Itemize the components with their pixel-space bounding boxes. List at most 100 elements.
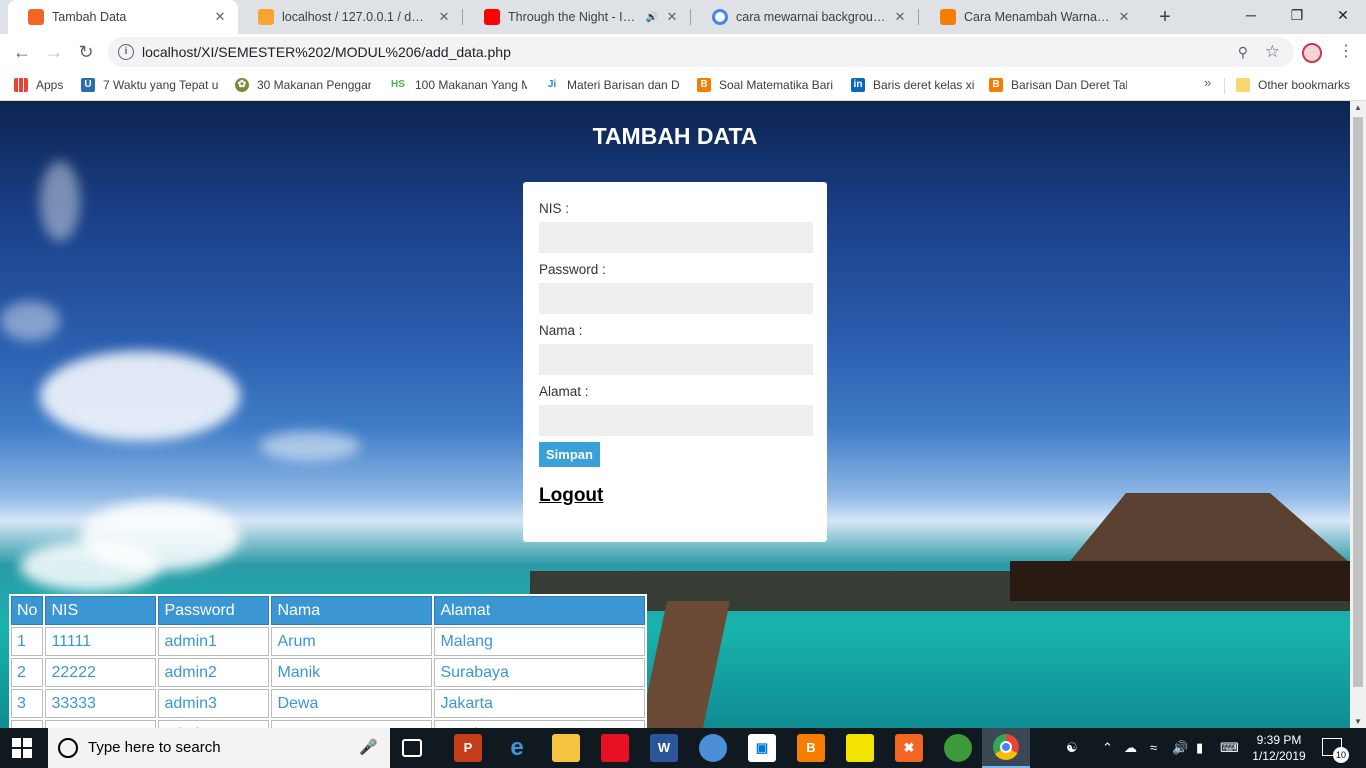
other-bookmarks-folder[interactable]: Other bookmarks — [1236, 76, 1358, 94]
media-app-icon[interactable] — [601, 734, 629, 762]
file-explorer-icon[interactable] — [552, 734, 580, 762]
table-cell: Manik — [271, 658, 433, 687]
scroll-up-arrow-icon[interactable]: ▲ — [1350, 103, 1366, 112]
close-tab-icon[interactable]: ✕ — [436, 9, 452, 25]
back-arrow-icon[interactable]: ← — [8, 38, 36, 66]
close-tab-icon[interactable]: ✕ — [892, 9, 908, 25]
nama-input[interactable] — [539, 344, 813, 375]
table-cell: 2 — [11, 658, 44, 687]
clock-time: 9:39 PM — [1256, 733, 1302, 747]
bookmark-favicon-icon: ✿ — [235, 78, 249, 92]
bookmark-item[interactable]: B Soal Matematika Bari — [697, 76, 833, 94]
onedrive-cloud-icon[interactable]: ☁ — [1124, 728, 1137, 768]
blogger-favicon-icon — [940, 9, 956, 25]
scroll-down-arrow-icon[interactable]: ▼ — [1350, 717, 1366, 726]
word-app-icon[interactable]: W — [650, 734, 678, 762]
column-header: NIS — [45, 596, 157, 625]
saved-password-key-icon[interactable]: ⚲ — [1238, 37, 1248, 67]
tab-phpmyadmin[interactable]: localhost / 127.0.0.1 / db_mokl ✕ — [238, 0, 462, 34]
windows-taskbar: Type here to search 🎤 P e W ▣ B ✖ ☯ ⌃ ☁ … — [0, 728, 1366, 768]
maximize-button[interactable]: ❐ — [1274, 0, 1320, 32]
microphone-icon[interactable]: 🎤 — [359, 728, 378, 768]
edge-browser-icon[interactable]: e — [503, 734, 531, 762]
tab-title: Through the Night - IU Lyr — [508, 10, 642, 24]
data-table: No NIS Password Nama Alamat 1 11111 admi… — [9, 594, 648, 728]
clock-date: 1/12/2019 — [1252, 749, 1306, 763]
table-cell: Malang — [434, 627, 646, 656]
close-tab-icon[interactable]: ✕ — [212, 9, 228, 25]
resort-hut — [1068, 493, 1350, 563]
bookmark-item[interactable]: HS 100 Makanan Yang M — [389, 76, 527, 94]
bookmark-apps[interactable]: Apps — [14, 76, 74, 94]
chrome-menu-icon[interactable]: ⋮ — [1336, 38, 1356, 66]
password-input[interactable] — [539, 283, 813, 314]
page-scrollbar[interactable]: ▲ ▼ — [1350, 101, 1366, 728]
sticky-notes-icon[interactable] — [846, 734, 874, 762]
tab-separator — [690, 9, 691, 25]
battery-icon[interactable]: ▮ — [1196, 728, 1203, 768]
store-app-icon[interactable]: ▣ — [748, 734, 776, 762]
nis-input[interactable] — [539, 222, 813, 253]
action-center-icon[interactable]: 10 — [1322, 738, 1349, 763]
more-bookmarks-chevron-icon[interactable]: » — [1204, 75, 1211, 90]
column-header: No — [11, 596, 44, 625]
close-tab-icon[interactable]: ✕ — [1116, 9, 1132, 25]
bookmark-item[interactable]: B Barisan Dan Deret Tal — [989, 76, 1127, 94]
blogger-app-icon[interactable]: B — [797, 734, 825, 762]
table-row: 1 11111 admin1 Arum Malang — [11, 627, 646, 656]
powerpoint-app-icon[interactable]: P — [454, 734, 482, 762]
address-bar[interactable]: i localhost/XI/SEMESTER%202/MODUL%206/ad… — [108, 37, 1294, 67]
tab-google-search[interactable]: cara mewarnai background tab ✕ — [692, 0, 918, 34]
logout-link[interactable]: Logout — [539, 485, 603, 507]
taskbar-clock[interactable]: 9:39 PM 1/12/2019 — [1248, 732, 1310, 764]
reload-icon[interactable]: ↻ — [72, 38, 100, 66]
bookmark-item[interactable]: ✿ 30 Makanan Penggan — [235, 76, 371, 94]
site-info-icon[interactable]: i — [118, 44, 134, 60]
windows-start-icon[interactable] — [12, 738, 32, 758]
tab-blogger[interactable]: Cara Menambah Warna pada T ✕ — [920, 0, 1142, 34]
bookmark-item[interactable]: in Baris deret kelas xi — [851, 76, 975, 94]
bookmark-star-icon[interactable]: ☆ — [1265, 37, 1280, 67]
simpan-button[interactable]: Simpan — [539, 442, 600, 467]
minimize-button[interactable]: ─ — [1228, 0, 1274, 32]
bookmark-item[interactable]: Ji Materi Barisan dan D — [545, 76, 679, 94]
xampp-app-icon[interactable]: ✖ — [895, 734, 923, 762]
people-icon[interactable]: ☯ — [1066, 728, 1078, 768]
chrome-taskbar-button[interactable] — [982, 728, 1030, 768]
scrollbar-thumb[interactable] — [1353, 117, 1363, 687]
chrome-app-icon-center — [1000, 741, 1012, 753]
keyboard-icon[interactable]: ⌨ — [1220, 728, 1239, 768]
tab-youtube[interactable]: Through the Night - IU Lyr 🔊 ✕ — [464, 0, 690, 34]
close-tab-icon[interactable]: ✕ — [664, 9, 680, 25]
xampp-favicon-icon — [28, 9, 44, 25]
background-cloud — [0, 301, 60, 341]
volume-icon[interactable]: 🔊 — [1172, 728, 1188, 768]
password-label: Password : — [539, 262, 606, 277]
table-row: 3 33333 admin3 Dewa Jakarta — [11, 689, 646, 718]
profile-avatar[interactable] — [1302, 43, 1322, 63]
linkedin-icon: in — [851, 78, 865, 92]
notification-count-badge: 10 — [1333, 747, 1349, 763]
taskbar-search-box[interactable]: Type here to search 🎤 — [48, 728, 390, 768]
network-app-icon[interactable] — [944, 734, 972, 762]
tab-title: Cara Menambah Warna pada T — [964, 10, 1110, 24]
task-view-icon[interactable] — [402, 739, 422, 757]
bookmark-item[interactable]: U 7 Waktu yang Tepat u — [81, 76, 219, 94]
column-header: Alamat — [434, 596, 646, 625]
show-hidden-icons-chevron-icon[interactable]: ⌃ — [1102, 728, 1113, 768]
alamat-input[interactable] — [539, 405, 813, 436]
wooden-walkway — [640, 601, 730, 728]
wifi-icon[interactable]: ≈ — [1150, 728, 1157, 768]
blogger-icon: B — [989, 78, 1003, 92]
table-cell: 44444 — [45, 720, 157, 728]
phpmyadmin-favicon-icon — [258, 9, 274, 25]
url-text[interactable]: localhost/XI/SEMESTER%202/MODUL%206/add_… — [142, 37, 511, 67]
audio-playing-icon[interactable]: 🔊 — [646, 12, 658, 23]
new-tab-button[interactable]: + — [1152, 4, 1178, 30]
google-favicon-icon — [712, 9, 728, 25]
close-window-button[interactable]: ✕ — [1320, 0, 1366, 32]
cloud-app-icon[interactable] — [699, 734, 727, 762]
tab-tambah-data[interactable]: Tambah Data ✕ — [8, 0, 238, 34]
nama-label: Nama : — [539, 323, 583, 338]
forward-arrow-icon[interactable]: → — [40, 38, 68, 66]
